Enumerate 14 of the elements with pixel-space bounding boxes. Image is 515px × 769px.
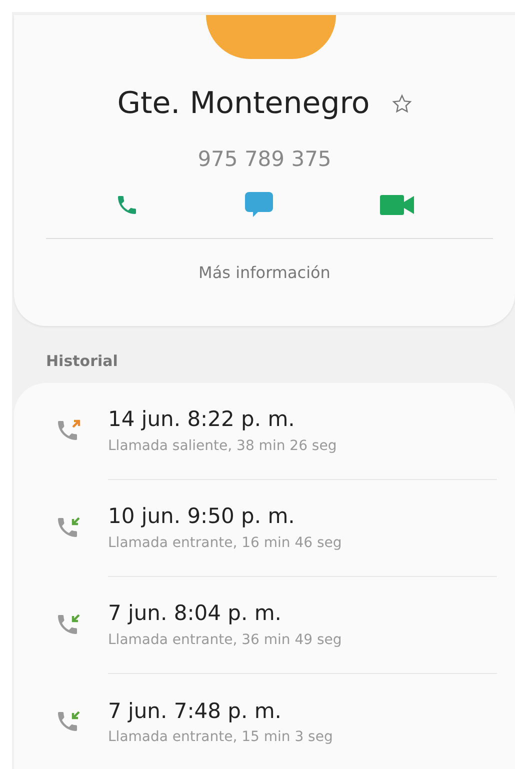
call-detail: Llamada entrante, 16 min 46 seg (108, 534, 343, 553)
more-info-link[interactable]: Más información (198, 260, 330, 284)
call-time: 7 jun. 8:04 p. m. (108, 600, 282, 628)
call-time: 7 jun. 7:48 p. m. (108, 698, 282, 725)
call-detail: Llamada entrante, 15 min 3 seg (108, 728, 334, 748)
section-title: Historial (46, 351, 119, 372)
favorite-star-icon[interactable] (392, 94, 412, 114)
call-detail: Llamada entrante, 36 min 49 seg (108, 630, 343, 650)
phone-number: 975 789 375 (198, 146, 332, 173)
call-time: 10 jun. 9:50 p. m. (108, 503, 296, 530)
call-time: 14 jun. 8:22 p. m. (108, 406, 296, 434)
contact-name: Gte. Montenegro (117, 85, 370, 123)
call-detail: Llamada saliente, 38 min 26 seg (108, 436, 338, 456)
message-icon[interactable] (245, 192, 274, 218)
